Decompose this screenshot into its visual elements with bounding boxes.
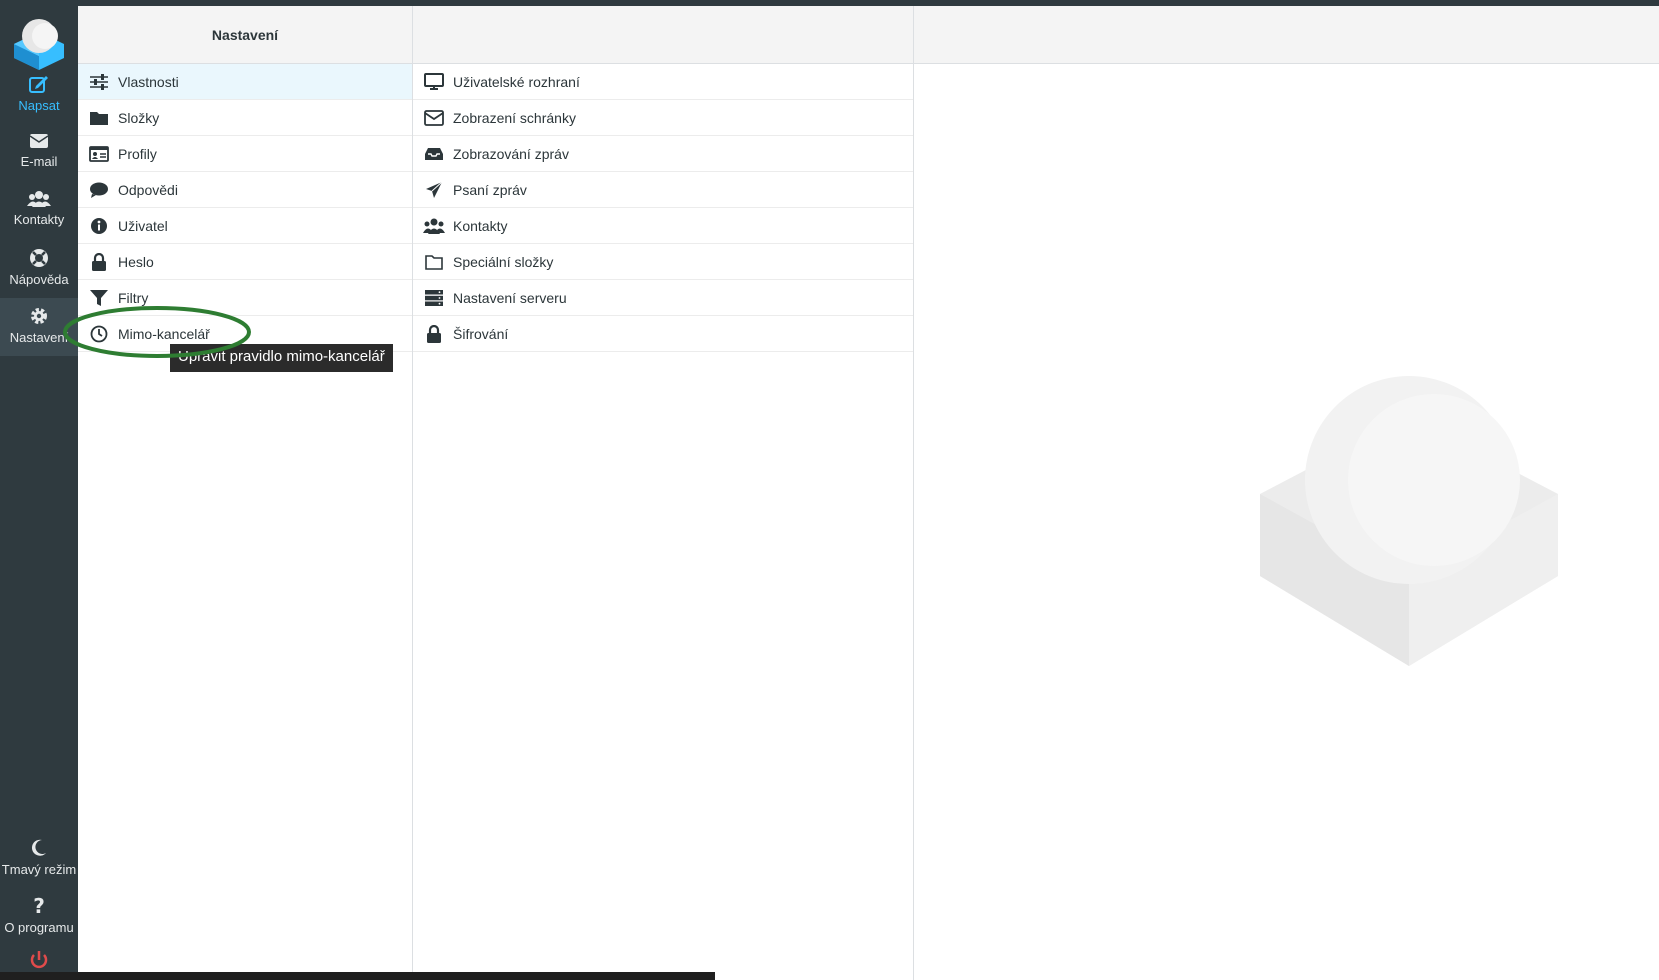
sections-panel-header (413, 6, 913, 64)
nav-email-label: E-mail (20, 154, 58, 169)
moon-icon (31, 839, 46, 856)
sliders-icon (88, 73, 110, 91)
power-icon (30, 951, 48, 969)
section-special-folders[interactable]: Speciální složky (413, 244, 913, 280)
lifebuoy-icon (30, 249, 48, 267)
users-icon (423, 217, 445, 235)
settings-panel-title: Nastavení (78, 6, 412, 64)
content-header (914, 6, 1659, 64)
server-icon (423, 289, 445, 307)
tooltip: Upravit pravidlo mimo-kancelář (170, 344, 393, 372)
roundcube-watermark-logo (1254, 376, 1564, 691)
question-icon: ? (33, 896, 45, 916)
section-server-settings[interactable]: Nastavení serveru (413, 280, 913, 316)
lock-icon (423, 324, 445, 343)
settings-item-folders[interactable]: Složky (78, 100, 412, 136)
info-icon (88, 217, 110, 235)
settings-item-label: Odpovědi (118, 181, 178, 198)
nav-compose[interactable]: Napsat (0, 66, 78, 124)
nav-about[interactable]: ? O programu (0, 888, 78, 946)
section-label: Speciální složky (453, 253, 554, 270)
section-label: Psaní zpráv (453, 181, 527, 198)
section-displaying-messages[interactable]: Zobrazování zpráv (413, 136, 913, 172)
roundcube-logo[interactable] (0, 12, 78, 70)
clock-icon (88, 325, 110, 343)
inbox-icon (423, 145, 445, 163)
nav-compose-label: Napsat (18, 98, 60, 113)
filter-icon (88, 289, 110, 307)
taskbar-strip (0, 972, 715, 980)
nav-about-label: O programu (4, 920, 74, 935)
section-encryption[interactable]: Šifrování (413, 316, 913, 352)
settings-item-responses[interactable]: Odpovědi (78, 172, 412, 208)
compose-icon (29, 76, 48, 93)
section-user-interface[interactable]: Uživatelské rozhraní (413, 64, 913, 100)
folder-outline-icon (423, 253, 445, 271)
section-mailbox-view[interactable]: Zobrazení schránky (413, 100, 913, 136)
settings-item-label: Uživatel (118, 217, 168, 234)
nav-settings[interactable]: Nastavení (0, 298, 78, 356)
gear-icon (31, 308, 47, 324)
settings-item-label: Heslo (118, 253, 154, 270)
envelope-outline-icon (423, 109, 445, 127)
nav-contacts-label: Kontakty (13, 212, 65, 227)
section-label: Uživatelské rozhraní (453, 73, 580, 90)
settings-item-password[interactable]: Heslo (78, 244, 412, 280)
section-contacts[interactable]: Kontakty (413, 208, 913, 244)
nav-logout[interactable] (0, 946, 78, 972)
content-frame (914, 6, 1659, 980)
section-label: Zobrazování zpráv (453, 145, 569, 162)
nav-email[interactable]: E-mail (0, 124, 78, 182)
settings-item-label: Mimo-kancelář (118, 325, 210, 342)
nav-dark-mode-label: Tmavý režim (1, 862, 77, 877)
nav-help-label: Nápověda (9, 272, 69, 287)
app-window: Napsat E-mail Kontakty Nápověda Nastaven… (0, 0, 1659, 980)
section-label: Šifrování (453, 325, 509, 342)
nav-settings-label: Nastavení (9, 330, 69, 345)
monitor-icon (423, 72, 445, 91)
envelope-icon (29, 134, 49, 148)
settings-item-label: Složky (118, 109, 160, 126)
settings-list-panel: Nastavení Vlastnosti Složky Profily Odpo… (78, 6, 413, 980)
section-label: Kontakty (453, 217, 508, 234)
nav-help[interactable]: Nápověda (0, 240, 78, 298)
folder-icon (88, 109, 110, 127)
settings-item-user[interactable]: Uživatel (78, 208, 412, 244)
comment-icon (88, 181, 110, 199)
id-card-icon (88, 145, 110, 163)
section-label: Zobrazení schránky (453, 109, 576, 126)
settings-item-properties[interactable]: Vlastnosti (78, 64, 412, 100)
settings-item-label: Profily (118, 145, 157, 162)
nav-contacts[interactable]: Kontakty (0, 182, 78, 240)
section-label: Nastavení serveru (453, 289, 567, 306)
preferences-sections-panel: Uživatelské rozhraní Zobrazení schránky … (413, 6, 914, 980)
users-icon (27, 191, 51, 207)
paper-plane-icon (423, 181, 445, 199)
settings-item-label: Vlastnosti (118, 73, 179, 90)
settings-item-filters[interactable]: Filtry (78, 280, 412, 316)
settings-item-label: Filtry (118, 289, 149, 306)
nav-dark-mode[interactable]: Tmavý režim (0, 830, 78, 888)
settings-item-identities[interactable]: Profily (78, 136, 412, 172)
lock-icon (88, 252, 110, 271)
section-composing-messages[interactable]: Psaní zpráv (413, 172, 913, 208)
svg-text:?: ? (33, 896, 45, 916)
sidebar: Napsat E-mail Kontakty Nápověda Nastaven… (0, 6, 78, 972)
